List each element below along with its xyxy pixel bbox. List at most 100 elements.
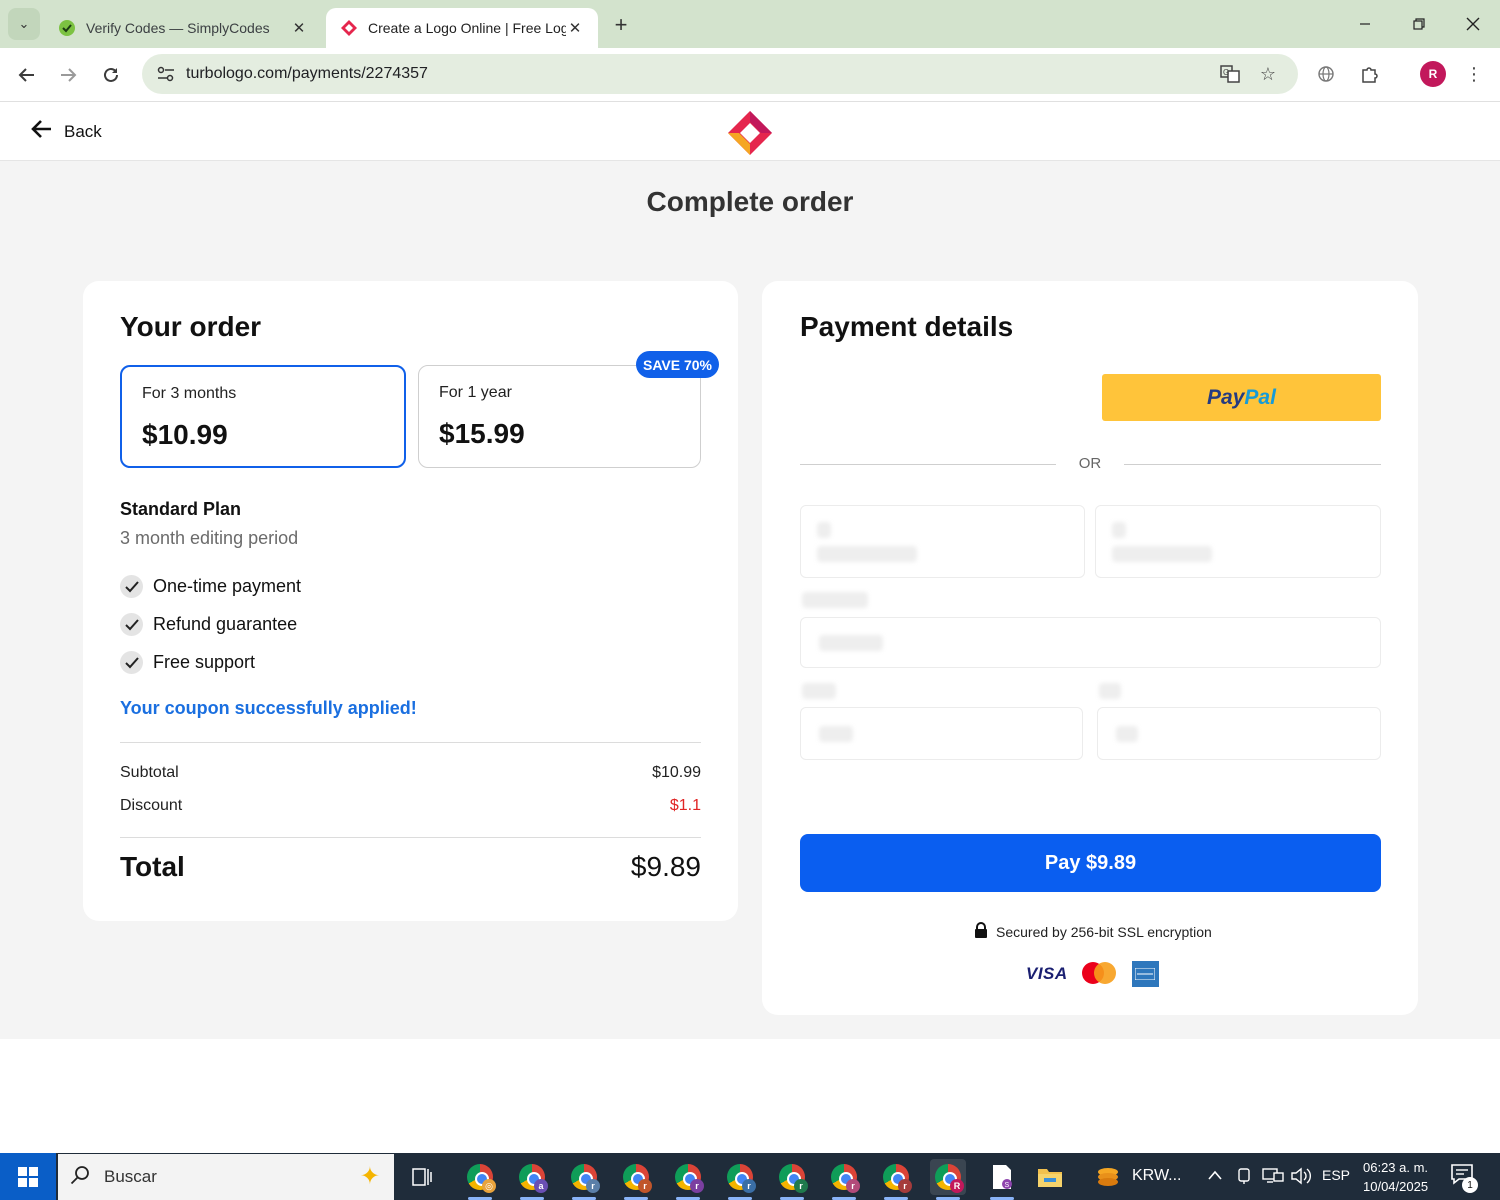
taskbar-chrome-app-active[interactable]: R bbox=[930, 1159, 966, 1200]
taskbar-search[interactable]: Buscar ✦ bbox=[58, 1154, 394, 1200]
coupon-success-message: Your coupon successfully applied! bbox=[120, 698, 417, 718]
new-tab-button[interactable]: + bbox=[606, 10, 636, 40]
paypal-logo-part: Pay bbox=[1207, 385, 1245, 409]
taskbar-chrome-app[interactable]: r bbox=[618, 1159, 654, 1200]
file-explorer-icon[interactable] bbox=[1032, 1159, 1068, 1195]
back-arrow-icon bbox=[30, 119, 52, 144]
card-brand-logos: VISA bbox=[1026, 961, 1159, 987]
back-button[interactable]: Back bbox=[30, 119, 102, 144]
windows-taskbar: Buscar ✦ ◎ a r r r r r r r R S KRW... ES… bbox=[0, 1153, 1500, 1200]
extensions-puzzle-icon[interactable] bbox=[1356, 60, 1384, 88]
security-text: Secured by 256-bit SSL encryption bbox=[996, 923, 1212, 940]
restore-button[interactable] bbox=[1392, 0, 1446, 48]
divider bbox=[120, 742, 701, 743]
back-arrow-icon[interactable] bbox=[12, 60, 42, 90]
taskbar-chrome-app[interactable]: a bbox=[514, 1159, 550, 1200]
chevron-down-icon: ⌄ bbox=[18, 16, 30, 31]
amex-logo-icon bbox=[1131, 961, 1159, 987]
blurred-value bbox=[1116, 726, 1138, 742]
divider bbox=[800, 464, 1056, 465]
browser-menu-icon[interactable]: ⋮ bbox=[1460, 60, 1488, 88]
bookmark-star-icon[interactable]: ☆ bbox=[1254, 60, 1282, 88]
input-language[interactable]: ESP bbox=[1322, 1167, 1350, 1183]
show-hidden-icons-chevron-icon[interactable] bbox=[1208, 1167, 1222, 1183]
paypal-logo-part: Pal bbox=[1244, 385, 1276, 409]
feature-label: Refund guarantee bbox=[153, 614, 298, 634]
discount-value: $1.1 bbox=[669, 797, 701, 814]
clock-date: 10/04/2025 bbox=[1363, 1179, 1429, 1194]
feature-label: One-time payment bbox=[153, 576, 302, 596]
plan-duration: For 1 year bbox=[439, 384, 512, 401]
mastercard-logo-icon bbox=[1081, 962, 1116, 986]
security-note: Secured by 256-bit SSL encryption bbox=[974, 922, 1212, 941]
paypal-button[interactable]: Pay Pal bbox=[1102, 374, 1381, 421]
cvc-field[interactable] bbox=[1097, 707, 1381, 760]
taskbar-clock[interactable]: 06:23 a. m. 10/04/2025 bbox=[1363, 1158, 1428, 1196]
plan-option-1-year[interactable]: For 1 year $15.99 bbox=[418, 365, 701, 468]
forward-arrow-icon[interactable] bbox=[53, 60, 83, 90]
taskbar-chrome-app[interactable]: r bbox=[670, 1159, 706, 1200]
taskbar-chrome-app[interactable]: r bbox=[774, 1159, 810, 1200]
plan-duration: For 3 months bbox=[142, 385, 237, 402]
plan-option-3-months[interactable]: For 3 months $10.99 bbox=[120, 365, 406, 468]
feature-item: Refund guarantee bbox=[120, 613, 297, 636]
pay-button[interactable]: Pay $9.89 bbox=[800, 834, 1381, 892]
card-number-field[interactable] bbox=[800, 617, 1381, 668]
taskbar-chrome-app[interactable]: r bbox=[878, 1159, 914, 1200]
network-icon[interactable] bbox=[1262, 1167, 1284, 1188]
taskbar-chrome-app[interactable]: r bbox=[566, 1159, 602, 1200]
blurred-field-label bbox=[802, 592, 868, 608]
tab-turbologo[interactable]: Create a Logo Online | Free Log ✕ bbox=[326, 8, 598, 48]
check-icon bbox=[120, 613, 143, 636]
task-view-icon[interactable] bbox=[404, 1159, 440, 1195]
address-bar[interactable]: turbologo.com/payments/2274357 bbox=[142, 54, 1298, 94]
expiry-field[interactable] bbox=[800, 707, 1083, 760]
taskbar-chrome-app[interactable]: r bbox=[722, 1159, 758, 1200]
subtotal-value: $10.99 bbox=[652, 764, 701, 781]
krw-app-label[interactable]: KRW... bbox=[1132, 1167, 1182, 1185]
volume-icon[interactable] bbox=[1290, 1167, 1312, 1188]
turbologo-favicon-icon bbox=[340, 19, 358, 37]
close-window-button[interactable] bbox=[1446, 0, 1500, 48]
krw-app-icon[interactable] bbox=[1090, 1159, 1126, 1195]
card-form-field[interactable] bbox=[1095, 505, 1381, 578]
plan-price: $15.99 bbox=[439, 418, 525, 449]
minimize-button[interactable] bbox=[1338, 0, 1392, 48]
translate-icon[interactable]: G bbox=[1216, 60, 1244, 88]
lock-icon bbox=[974, 922, 988, 941]
meet-now-icon[interactable] bbox=[1236, 1167, 1252, 1188]
windows-logo-icon bbox=[18, 1166, 38, 1187]
close-icon[interactable]: ✕ bbox=[290, 19, 308, 37]
payment-title: Payment details bbox=[800, 311, 1014, 342]
divider bbox=[120, 837, 701, 838]
copilot-sparkle-icon: ✦ bbox=[359, 1163, 380, 1190]
save-badge: SAVE 70% bbox=[636, 351, 719, 378]
windows-start-button[interactable] bbox=[0, 1153, 56, 1200]
turbologo-logo[interactable] bbox=[726, 109, 774, 157]
total-value: $9.89 bbox=[630, 851, 701, 882]
close-icon[interactable]: ✕ bbox=[566, 19, 584, 37]
plan-price: $10.99 bbox=[142, 419, 228, 450]
taskbar-chrome-app[interactable]: ◎ bbox=[462, 1159, 498, 1200]
discount-label: Discount bbox=[120, 797, 183, 814]
card-form-field[interactable] bbox=[800, 505, 1085, 578]
site-info-icon[interactable] bbox=[148, 66, 184, 82]
svg-text:G: G bbox=[1223, 68, 1229, 77]
reload-icon[interactable] bbox=[96, 60, 126, 90]
visa-logo-icon: VISA bbox=[1026, 964, 1068, 983]
blurred-field-label bbox=[802, 683, 836, 699]
tab-search-button[interactable]: ⌄ bbox=[8, 8, 40, 40]
blurred-value bbox=[819, 635, 883, 651]
feature-label: Free support bbox=[153, 652, 256, 672]
search-icon bbox=[70, 1165, 94, 1190]
tab-verify-codes[interactable]: Verify Codes — SimplyCodes ✕ bbox=[44, 8, 322, 48]
total-label: Total bbox=[120, 851, 185, 882]
notification-count-badge: 1 bbox=[1462, 1177, 1478, 1193]
url-text: turbologo.com/payments/2274357 bbox=[186, 65, 428, 82]
check-icon bbox=[120, 651, 143, 674]
profile-avatar[interactable]: R bbox=[1420, 61, 1446, 87]
notepad-app-icon[interactable]: S bbox=[984, 1159, 1020, 1200]
globe-extension-icon[interactable] bbox=[1312, 60, 1340, 88]
taskbar-chrome-app[interactable]: r bbox=[826, 1159, 862, 1200]
back-label: Back bbox=[64, 121, 102, 141]
